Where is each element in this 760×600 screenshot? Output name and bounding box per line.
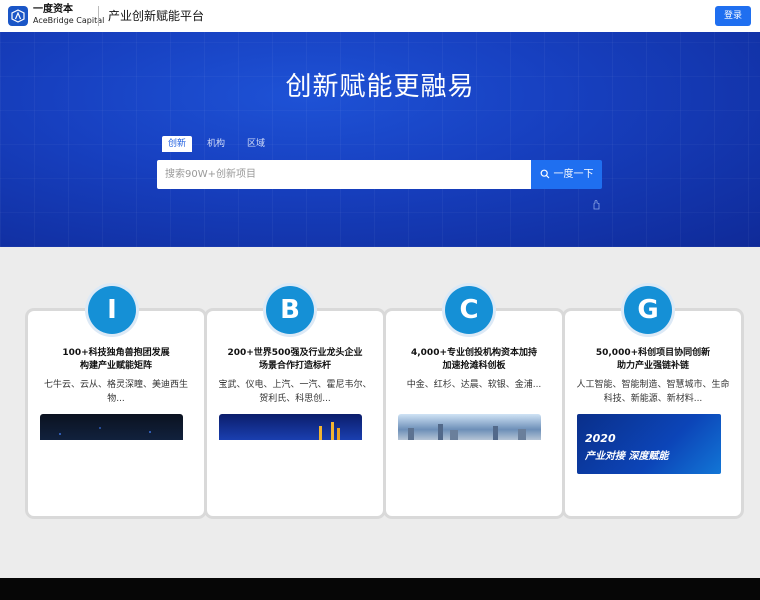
hero-grid-pattern: [0, 32, 760, 247]
card-image: [219, 414, 362, 440]
tab-innovation[interactable]: 创新: [162, 136, 192, 152]
banner-slogan: 产业对接 深度赋能: [585, 451, 669, 462]
feature-card-enterprise[interactable]: 200+世界500强及行业龙头企业 场景合作打造标杆 宝武、仪电、上汽、一汽、霍尼…: [207, 311, 383, 516]
cursor-hand-icon: [593, 200, 600, 210]
card-title: 50,000+科创项目协同创新 助力产业强链补链: [595, 348, 711, 371]
tab-region[interactable]: 区域: [244, 136, 268, 152]
login-button[interactable]: 登录: [715, 6, 751, 26]
card-badge-i: I: [88, 286, 136, 334]
card-description: 七牛云、云从、格灵深瞳、美迪西生 物...: [43, 380, 188, 404]
feature-card-capital[interactable]: 4,000+专业创投机构资本加持 加速抢滩科创板 中金、红杉、达晨、软银、金浦..…: [386, 311, 562, 516]
banner-year: 2020: [585, 432, 616, 445]
platform-title: 产业创新赋能平台: [108, 9, 205, 23]
card-badge-c: C: [445, 286, 493, 334]
card-image: [40, 414, 183, 440]
card-title: 4,000+专业创投机构资本加持 加速抢滩科创板: [410, 348, 537, 371]
search-icon: [540, 169, 549, 179]
search-input[interactable]: [157, 160, 531, 189]
top-header: 一度资本 AceBridge Capital 产业创新赋能平台 登录: [0, 0, 760, 32]
feature-card-unicorn[interactable]: 100+科技独角兽抱团发展 构建产业赋能矩阵 七牛云、云从、格灵深瞳、美迪西生 物.…: [28, 311, 204, 516]
brand-name-cn: 一度资本: [33, 4, 73, 15]
card-image: [398, 414, 541, 440]
search-box: [157, 160, 531, 189]
hero-title: 创新赋能更融易: [285, 72, 475, 102]
brand-name-en: AceBridge Capital: [33, 16, 105, 25]
card-description: 中金、红杉、达晨、软银、金浦...: [406, 380, 542, 390]
search-button-label: 一度一下: [553, 169, 594, 180]
card-description: 人工智能、智能制造、智慧城市、生命 科技、新能源、新材料...: [576, 380, 730, 404]
feature-card-projects[interactable]: 50,000+科创项目协同创新 助力产业强链补链 人工智能、智能制造、智慧城市、生…: [565, 311, 741, 516]
acebridge-logo-icon[interactable]: [8, 6, 28, 26]
card-title: 200+世界500强及行业龙头企业 场景合作打造标杆: [227, 348, 363, 371]
header-divider: [98, 6, 99, 26]
card-title: 100+科技独角兽抱团发展 构建产业赋能矩阵: [62, 348, 170, 371]
card-description: 宝武、仪电、上汽、一汽、霍尼韦尔、 贺利氏、科思创...: [218, 380, 372, 404]
hero-banner: 创新赋能更融易 创新 机构 区域 一度一下: [0, 32, 760, 247]
search-button[interactable]: 一度一下: [531, 160, 602, 189]
footer-strip: [0, 578, 760, 600]
tab-institution[interactable]: 机构: [204, 136, 228, 152]
card-image-banner: 2020 产业对接 深度赋能: [577, 414, 721, 474]
card-badge-b: B: [266, 286, 314, 334]
card-badge-g: G: [624, 286, 672, 334]
